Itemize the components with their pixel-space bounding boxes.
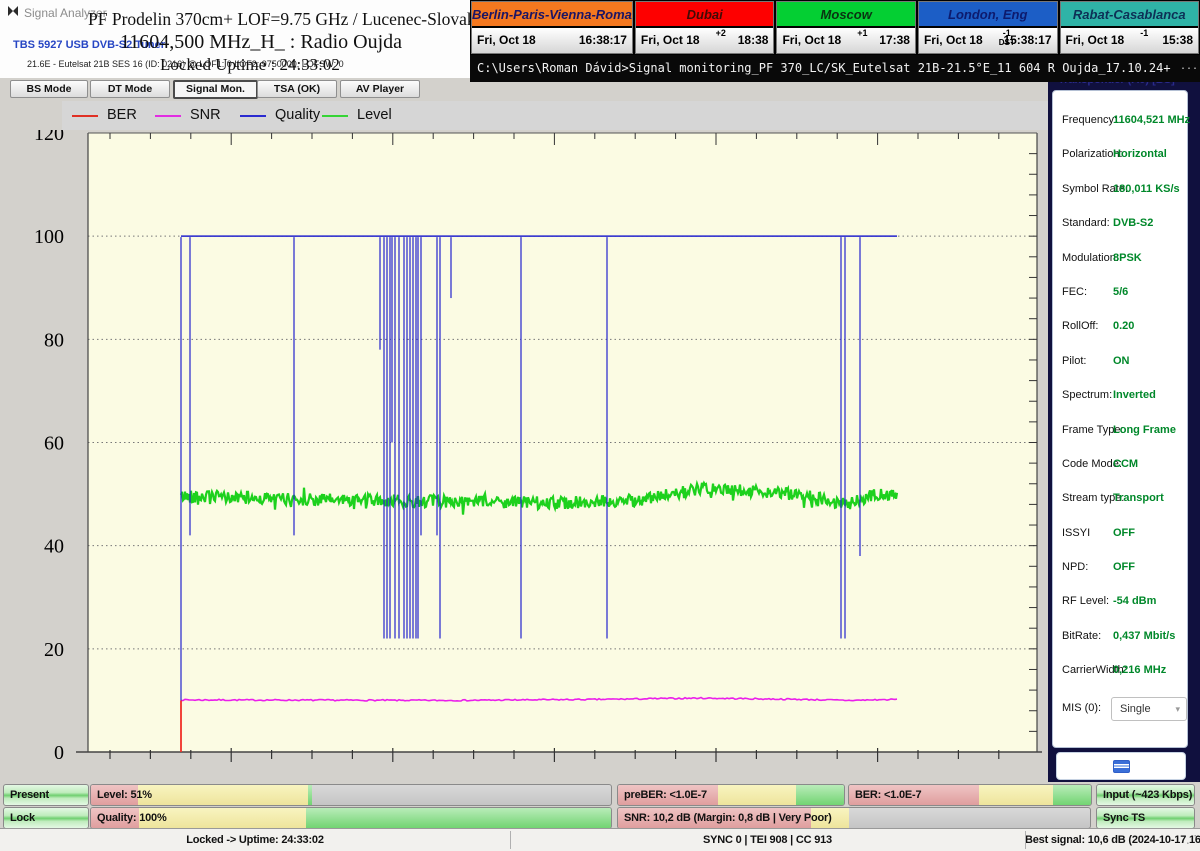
y-tick-label-0: 0 <box>54 742 64 764</box>
app-header: Signal Analyzer PF Prodelin 370cm+ LOF=9… <box>0 0 470 78</box>
tab-signal-mon-[interactable]: Signal Mon. <box>173 80 258 99</box>
tab-av-player[interactable]: AV Player <box>340 80 420 98</box>
clock-4: London, EngFri, Oct 18-1DST15:38:17 <box>918 1 1058 54</box>
clock-1: Berlin-Paris-Vienna-Roma Fri, Oct 18 16:38… <box>471 1 633 54</box>
clock-2: Dubai Fri, Oct 18 +2 18:38 <box>635 1 775 54</box>
panel-row-npd-: NPD:OFF <box>1053 550 1187 584</box>
world-clock-bar: Berlin-Paris-Vienna-Roma Fri, Oct 18 16:38… <box>470 0 1200 55</box>
mis-select[interactable]: Single ▾ <box>1111 697 1187 721</box>
clock-time: 17:38 <box>879 33 910 47</box>
clock-utc-offset: +2 <box>716 29 726 38</box>
clock-5: Rabat-Casablanca Fri, Oct 18 -1 15:38 <box>1060 1 1200 54</box>
clock-time: 15:38:17 <box>1003 33 1051 47</box>
panel-row-frequency-: Frequency:11604,521 MHz <box>1053 103 1187 137</box>
tab-dt-mode[interactable]: DT Mode <box>90 80 170 98</box>
clock-city-label: Moscow <box>777 2 915 26</box>
y-tick-label-100: 100 <box>34 226 64 248</box>
legend-line-snr <box>155 115 181 117</box>
quality-progress-bar: Quality: 100% <box>90 807 612 829</box>
panel-row-fec-: FEC:5/6 <box>1053 275 1187 309</box>
status-bar: Locked -> Uptime: 24:33:02 SYNC 0 | TEI … <box>0 828 1200 851</box>
clock-3: Moscow Fri, Oct 18 +1 17:38 <box>776 1 916 54</box>
clock-time-row: Fri, Oct 18 -1 15:38 <box>1061 26 1199 53</box>
frequency-overlay: 11604,500 MHz_H_ : Radio Oujda <box>120 31 402 54</box>
panel-row-code-mode-: Code Mode:CCM <box>1053 447 1187 481</box>
panel-row-polarization-: Polarization:Horizontal <box>1053 137 1187 171</box>
clock-city-label: Berlin-Paris-Vienna-Roma <box>472 2 632 26</box>
clock-date: Fri, Oct 18 <box>641 33 700 47</box>
present-indicator: Present <box>3 784 89 806</box>
save-button[interactable] <box>1056 752 1186 780</box>
preber-progress-bar: preBER: <1.0E-7 <box>617 784 845 806</box>
panel-row-symbol-rate-: Symbol Rate:180,011 KS/s <box>1053 172 1187 206</box>
uptime-overlay: Locked Uptime : 24:33:02 <box>160 55 340 75</box>
sync-indicator: Sync TS <box>1096 807 1195 829</box>
legend-label-level: Level <box>357 107 392 123</box>
y-tick-label-20: 20 <box>44 639 64 661</box>
panel-row-modulation-: Modulation:8PSK <box>1053 241 1187 275</box>
mis-selected-value: Single <box>1120 703 1151 715</box>
signal-monitor-chart: 0 20 40 60 80 100 120 <box>0 130 1052 790</box>
clock-time: 16:38:17 <box>579 33 627 47</box>
panel-row-frame-type-: Frame Type:Long Frame <box>1053 413 1187 447</box>
chart-legend: BER SNR Quality Level <box>62 101 1162 130</box>
clock-time: 15:38 <box>1162 33 1193 47</box>
status-sync-counters: SYNC 0 | TEI 908 | CC 913 <box>510 829 1025 851</box>
app-icon <box>7 5 19 20</box>
resize-grip[interactable]: ⋰ <box>1186 833 1198 846</box>
panel-row-rolloff-: RollOff:0.20 <box>1053 309 1187 343</box>
level-progress-bar: Level: 51% <box>90 784 612 806</box>
clock-date: Fri, Oct 18 <box>782 33 841 47</box>
clock-city-label: London, Eng <box>919 2 1057 26</box>
panel-row-rf-level-: RF Level:-54 dBm <box>1053 584 1187 618</box>
panel-row-pilot-: Pilot:ON <box>1053 344 1187 378</box>
clock-time-row: Fri, Oct 18 16:38:17 <box>472 26 632 53</box>
panel-row-standard-: Standard:DVB-S2 <box>1053 206 1187 240</box>
y-tick-label-120: 120 <box>34 130 64 145</box>
status-uptime: Locked -> Uptime: 24:33:02 <box>0 829 510 851</box>
y-tick-label-80: 80 <box>44 329 64 351</box>
panel-row-stream-type-: Stream type:Transport <box>1053 481 1187 515</box>
y-tick-label-40: 40 <box>44 536 64 558</box>
disk-icon <box>1113 760 1130 773</box>
clock-time: 18:38 <box>738 33 769 47</box>
clock-city-label: Dubai <box>636 2 774 26</box>
tab-bs-mode[interactable]: BS Mode <box>10 80 88 98</box>
snr-progress-bar: SNR: 10,2 dB (Margin: 0,8 dB | Very Poor… <box>617 807 1091 829</box>
transponder-panel: Frequency:11604,521 MHzPolarization:Hori… <box>1052 90 1188 748</box>
panel-row-spectrum-: Spectrum:Inverted <box>1053 378 1187 412</box>
clock-date: Fri, Oct 18 <box>924 33 983 47</box>
status-best-signal: Best signal: 10,6 dB (2024-10-17 16:22) <box>1025 829 1185 851</box>
panel-row-carrierwidth-: CarrierWidth:0,216 MHz <box>1053 653 1187 687</box>
clock-city-label: Rabat-Casablanca <box>1061 2 1199 26</box>
panel-row-issyi: ISSYIOFF <box>1053 516 1187 550</box>
command-prompt-window[interactable]: C:\Users\Roman Dávid>Signal monitoring_P… <box>470 55 1200 82</box>
dish-title-overlay: PF Prodelin 370cm+ LOF=9.75 GHz / Lucene… <box>88 9 468 30</box>
input-indicator: Input (~423 Kbps) <box>1096 784 1195 806</box>
clock-date: Fri, Oct 18 <box>477 33 536 47</box>
y-tick-label-60: 60 <box>44 433 64 455</box>
legend-label-ber: BER <box>107 107 137 123</box>
mis-label: MIS (0): <box>1062 702 1101 714</box>
chevron-down-icon: ▾ <box>1175 698 1180 720</box>
clock-utc-offset: +1 <box>857 29 867 38</box>
clock-utc-offset: -1 <box>1140 29 1148 38</box>
clock-time-row: Fri, Oct 18 +2 18:38 <box>636 26 774 53</box>
mode-tab-bar: BS ModeDT ModeSignal Mon.TSA (OK)AV Play… <box>0 80 460 98</box>
legend-label-snr: SNR <box>190 107 221 123</box>
command-prompt-more: ... <box>1180 61 1198 72</box>
panel-row-bitrate-: BitRate:0,437 Mbit/s <box>1053 619 1187 653</box>
legend-line-ber <box>72 115 98 117</box>
command-prompt-line: C:\Users\Roman Dávid>Signal monitoring_P… <box>477 61 1171 75</box>
clock-date: Fri, Oct 18 <box>1066 33 1125 47</box>
tab-tsa-ok-[interactable]: TSA (OK) <box>257 80 337 98</box>
clock-time-row: Fri, Oct 18 +1 17:38 <box>777 26 915 53</box>
legend-label-quality: Quality <box>275 107 320 123</box>
lock-indicator: Lock <box>3 807 89 829</box>
ber-progress-bar: BER: <1.0E-7 <box>848 784 1092 806</box>
legend-line-quality <box>240 115 266 117</box>
legend-line-level <box>322 115 348 117</box>
clock-time-row: Fri, Oct 18-1DST15:38:17 <box>919 26 1057 53</box>
